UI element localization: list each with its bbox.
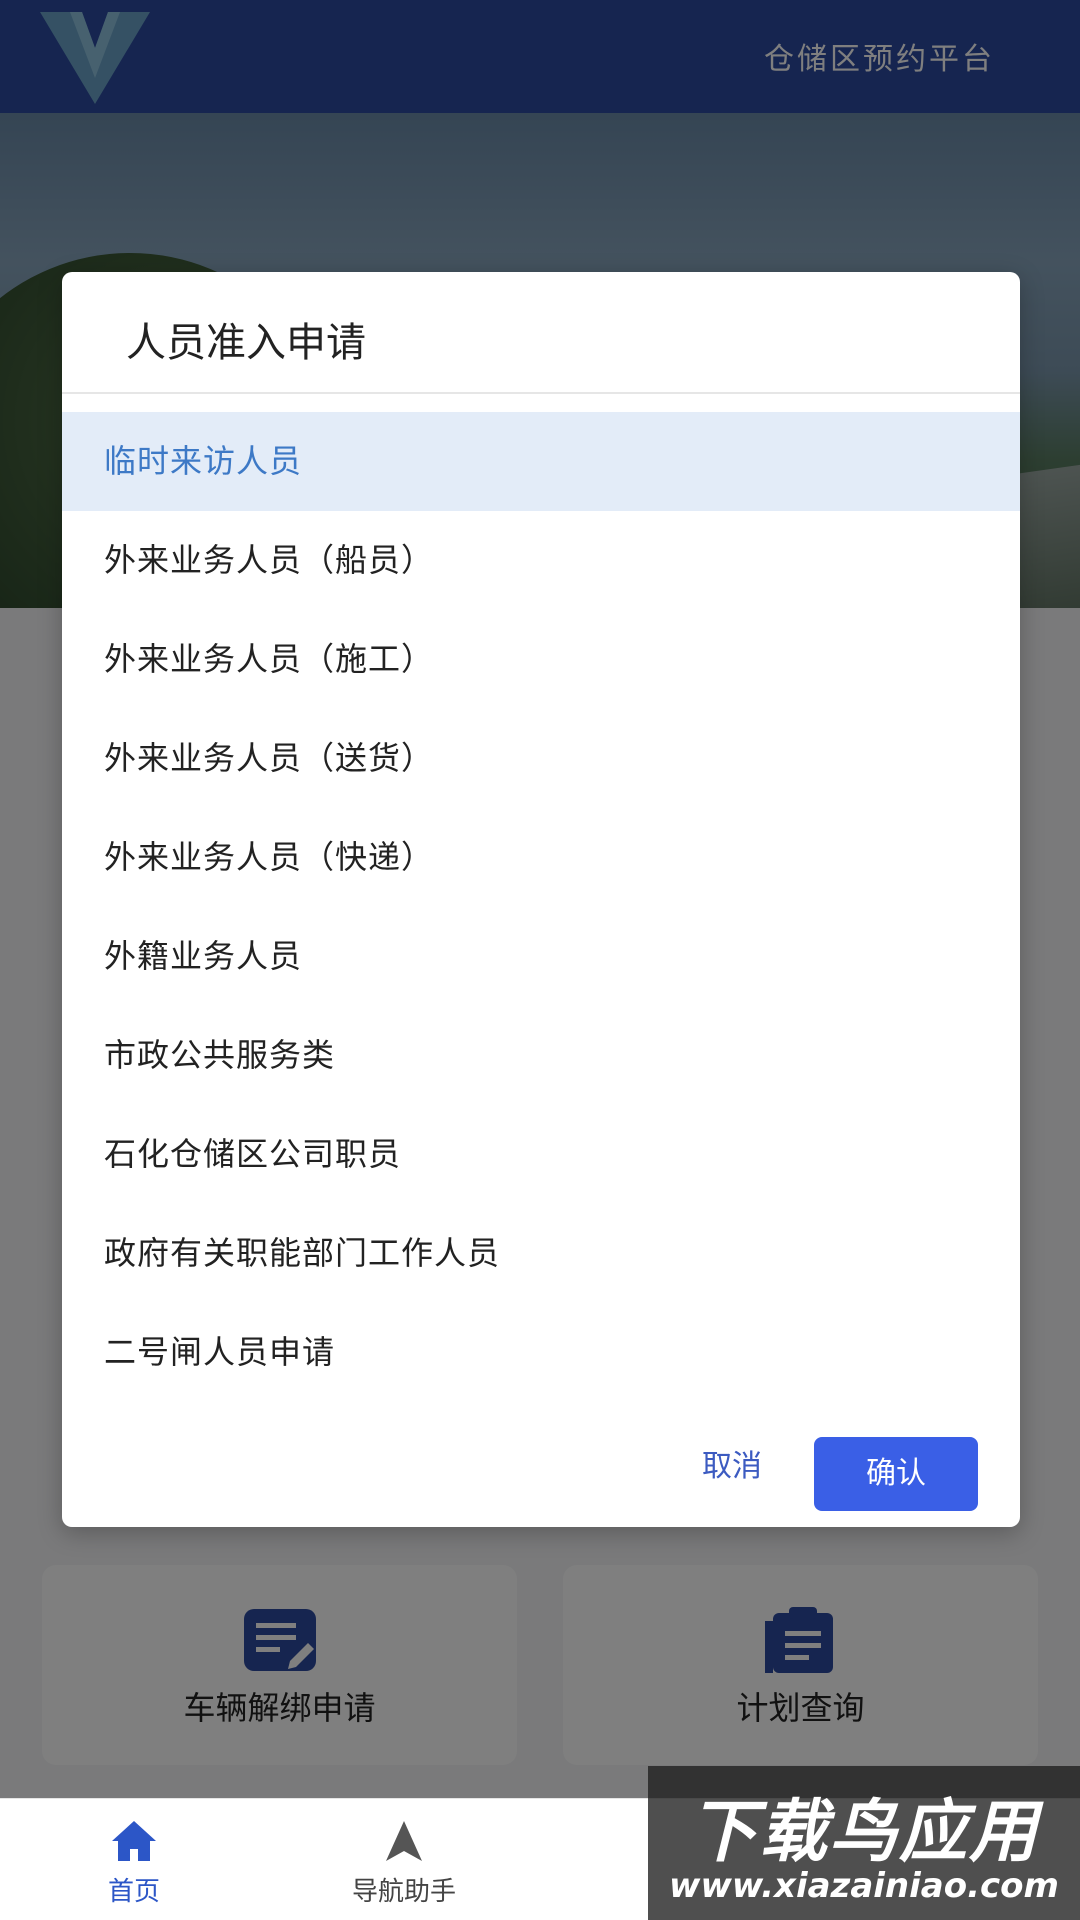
navigation-arrow-icon [386, 1821, 422, 1861]
cancel-button[interactable]: 取消 [662, 1437, 802, 1497]
option-list: 临时来访人员 外来业务人员（船员） 外来业务人员（施工） 外来业务人员（送货） … [62, 412, 1020, 1402]
tab-home[interactable]: 首页 [34, 1799, 234, 1920]
site-watermark: 下载鸟应用 www.xiazainiao.com [648, 1766, 1080, 1920]
watermark-title: 下载鸟应用 [688, 1793, 1039, 1872]
dialog-title: 人员准入申请 [126, 320, 366, 366]
tab-label: 首页 [107, 1877, 160, 1907]
tab-navigation[interactable]: 导航助手 [304, 1799, 504, 1920]
watermark-url: www.xiazainiao.com [669, 1866, 1059, 1906]
tab-label: 导航助手 [351, 1877, 456, 1907]
option-item[interactable]: 市政公共服务类 [62, 1006, 1020, 1105]
divider [62, 392, 1020, 394]
option-item[interactable]: 外来业务人员（快递） [62, 808, 1020, 907]
personnel-access-dialog: 人员准入申请 临时来访人员 外来业务人员（船员） 外来业务人员（施工） 外来业务… [62, 272, 1020, 1527]
confirm-button[interactable]: 确认 [814, 1437, 978, 1511]
option-item[interactable]: 外籍业务人员 [62, 907, 1020, 1006]
option-item[interactable]: 外来业务人员（施工） [62, 610, 1020, 709]
option-item[interactable]: 临时来访人员 [62, 412, 1020, 511]
option-item[interactable]: 外来业务人员（船员） [62, 511, 1020, 610]
home-icon [112, 1821, 156, 1861]
screen: 仓储区预约平台 车辆解绑申请 计划查询 [0, 0, 1080, 1920]
option-item[interactable]: 政府有关职能部门工作人员 [62, 1204, 1020, 1303]
option-item[interactable]: 二号闸人员申请 [62, 1303, 1020, 1402]
option-item[interactable]: 石化仓储区公司职员 [62, 1105, 1020, 1204]
option-item[interactable]: 外来业务人员（送货） [62, 709, 1020, 808]
